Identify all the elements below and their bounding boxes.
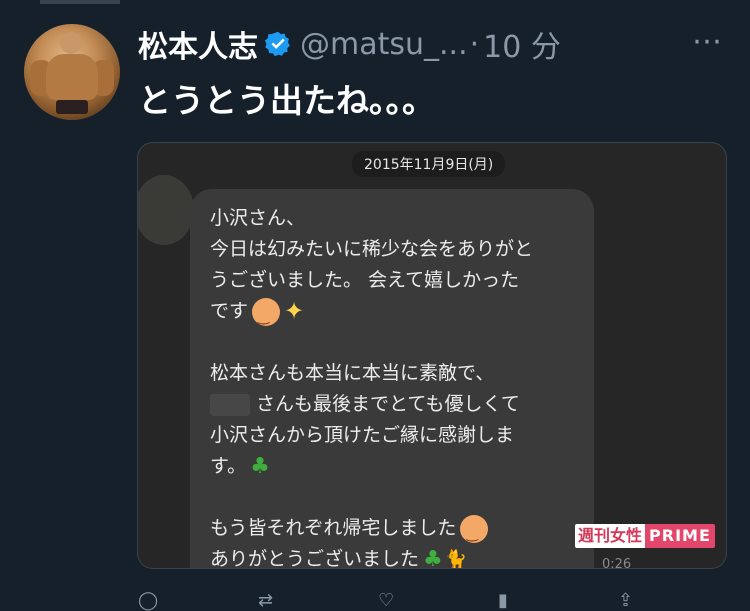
more-icon[interactable]: ⋯ bbox=[692, 24, 724, 59]
message-line-with-emoji: ありがとうございました ♣ 🐈 bbox=[210, 544, 533, 569]
redacted-name bbox=[210, 393, 250, 416]
avatar[interactable] bbox=[24, 24, 120, 120]
message-line: 今日は幻みたいに稀少な会をありがと bbox=[210, 238, 534, 260]
message-line: うございました。 会えて嬉しかった bbox=[210, 269, 520, 291]
message-line: 小沢さんから頂けたご縁に感謝しま bbox=[210, 424, 515, 446]
message-line-with-emoji: す。 ♣ bbox=[210, 451, 533, 482]
chat-date: 2015年11月9日(月) bbox=[352, 151, 506, 177]
tweet-actions: ◯ ⇄ ♡ ▮ ⇪ bbox=[138, 586, 728, 611]
clover-icon: ♣ bbox=[250, 454, 270, 479]
display-name[interactable]: 松本人志 bbox=[138, 22, 258, 66]
message-line-with-redaction: さんも最後までとても優しくて bbox=[210, 389, 533, 420]
message-gap bbox=[210, 482, 533, 513]
top-divider bbox=[40, 0, 120, 4]
chat-message: 小沢さん、 今日は幻みたいに稀少な会をありがと うございました。 会えて嬉しかっ… bbox=[210, 203, 534, 569]
message-line: す。 bbox=[210, 455, 247, 477]
user-handle[interactable]: @matsu_... bbox=[300, 27, 468, 62]
tweet-text: とうとう出たね。。。 bbox=[138, 81, 435, 120]
message-line: さんも最後までとても優しくて bbox=[256, 393, 520, 415]
watermark-text: 週刊女性 bbox=[575, 524, 646, 548]
message-line: ありがとうございました bbox=[210, 548, 420, 569]
message-line: です bbox=[210, 300, 249, 322]
smiling-face-icon bbox=[460, 514, 489, 550]
watermark-logo: 週刊女性 PRIME bbox=[575, 524, 715, 548]
tweet-media[interactable]: 2015年11月9日(月) 小沢さん、 今日は幻みたいに稀少な会をありがと うご… bbox=[137, 142, 727, 569]
cat-icon: 🐈 bbox=[444, 549, 468, 569]
smiling-face-icon bbox=[252, 297, 281, 333]
sender-avatar bbox=[138, 175, 194, 245]
message-line: 松本さんも本当に本当に素敵で、 bbox=[210, 362, 495, 384]
message-line-with-emoji: もう皆それぞれ帰宅しました bbox=[210, 513, 533, 550]
message-line: もう皆それぞれ帰宅しました bbox=[210, 517, 457, 539]
video-duration: 0:26 bbox=[602, 557, 632, 569]
message-line: 小沢さん、 bbox=[210, 207, 306, 229]
tweet-header: 松本人志 @matsu_... · 10 分 bbox=[138, 22, 561, 66]
message-line-with-emoji: です ✦ bbox=[210, 296, 533, 333]
verified-badge-icon bbox=[264, 31, 290, 57]
watermark-text: PRIME bbox=[645, 524, 715, 548]
sparkles-icon: ✦ bbox=[284, 297, 305, 325]
clover-icon: ♣ bbox=[423, 547, 443, 569]
separator-dot: · bbox=[469, 26, 480, 62]
timestamp[interactable]: 10 分 bbox=[483, 22, 561, 66]
